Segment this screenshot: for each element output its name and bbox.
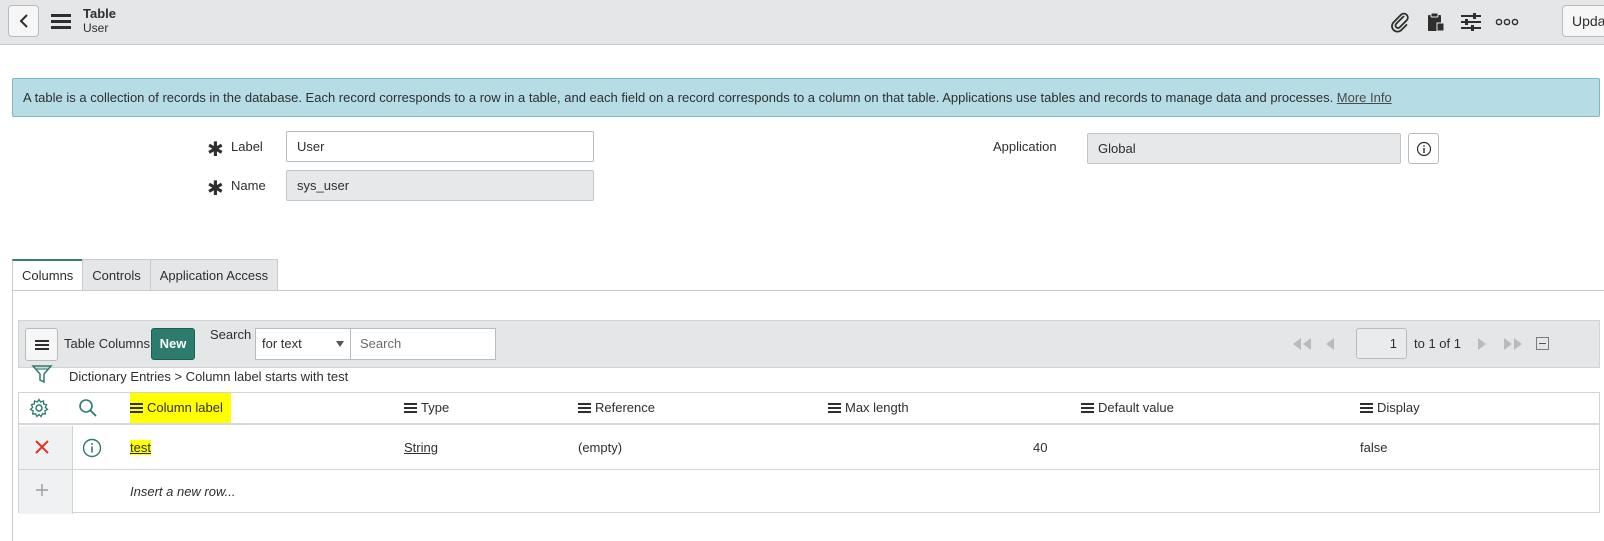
collapse-list-icon[interactable] bbox=[1536, 337, 1549, 350]
column-header-reference[interactable]: Reference bbox=[578, 393, 655, 423]
table-row: test String (empty) 40 false bbox=[19, 426, 1599, 470]
clipboard-icon[interactable] bbox=[1424, 10, 1448, 34]
info-icon[interactable] bbox=[82, 438, 102, 461]
column-menu-icon bbox=[130, 403, 143, 413]
column-header-max-length[interactable]: Max length bbox=[828, 393, 909, 423]
info-banner-text: A table is a collection of records in th… bbox=[23, 90, 1337, 105]
previous-page-icon[interactable] bbox=[1324, 334, 1336, 354]
attachment-icon[interactable] bbox=[1388, 10, 1412, 34]
form-title: Table User bbox=[83, 6, 116, 36]
form-title-sub: User bbox=[83, 21, 109, 35]
name-input: sys_user bbox=[286, 170, 594, 201]
application-field-label: Application bbox=[993, 139, 1057, 154]
search-input[interactable]: Search bbox=[350, 328, 496, 360]
next-page-icon[interactable] bbox=[1476, 334, 1488, 354]
required-indicator-icon: ✱ bbox=[207, 139, 224, 161]
list-toolbar: Table Columns New Search for text Search… bbox=[18, 320, 1600, 368]
tab-columns[interactable]: Columns bbox=[12, 259, 84, 291]
more-options-icon[interactable] bbox=[1495, 10, 1519, 34]
column-header-text: Column label bbox=[147, 400, 223, 415]
column-header-text: Default value bbox=[1098, 400, 1174, 415]
list-menu-button[interactable] bbox=[25, 328, 58, 361]
chevron-left-icon bbox=[19, 14, 28, 28]
more-info-link[interactable]: More Info bbox=[1337, 90, 1392, 105]
dropdown-arrow-icon bbox=[336, 341, 344, 347]
update-button[interactable]: Update bbox=[1562, 5, 1604, 37]
insert-row-text[interactable]: Insert a new row... bbox=[130, 470, 236, 513]
last-page-icon[interactable] bbox=[1501, 334, 1525, 354]
related-lists-tabs: Columns Controls Application Access bbox=[12, 259, 279, 291]
info-banner: A table is a collection of records in th… bbox=[12, 78, 1600, 117]
form-title-main: Table bbox=[83, 6, 116, 21]
application-input: Global bbox=[1087, 133, 1401, 164]
new-button[interactable]: New bbox=[151, 328, 195, 360]
list-title: Table Columns bbox=[64, 336, 150, 351]
label-field-label: Label bbox=[231, 139, 263, 154]
column-header-text: Max length bbox=[845, 400, 909, 415]
back-button[interactable] bbox=[8, 5, 39, 37]
table-header: Column label Type Reference Max length D… bbox=[19, 393, 1599, 425]
page-number-input[interactable]: 1 bbox=[1356, 328, 1407, 359]
cell-max-length: 40 bbox=[1033, 440, 1048, 455]
hamburger-menu-icon bbox=[34, 339, 49, 350]
row-action-cell bbox=[19, 426, 73, 469]
cell-column-label-text: test bbox=[130, 440, 151, 455]
hamburger-menu-icon[interactable] bbox=[50, 11, 72, 31]
first-page-icon[interactable] bbox=[1290, 334, 1314, 354]
column-header-display[interactable]: Display bbox=[1360, 393, 1420, 423]
label-input[interactable]: User bbox=[286, 131, 594, 162]
column-header-text: Reference bbox=[595, 400, 655, 415]
tab-controls[interactable]: Controls bbox=[82, 259, 151, 291]
insert-row[interactable]: Insert a new row... bbox=[19, 470, 1599, 514]
columns-list-table: Column label Type Reference Max length D… bbox=[18, 392, 1600, 514]
column-header-default-value[interactable]: Default value bbox=[1081, 393, 1174, 423]
filter-breadcrumb[interactable]: Dictionary Entries > Column label starts… bbox=[69, 369, 348, 384]
column-menu-icon bbox=[578, 403, 591, 413]
cell-display: false bbox=[1360, 440, 1388, 455]
column-header-text: Display bbox=[1377, 400, 1420, 415]
column-header-text: Type bbox=[421, 400, 450, 415]
column-menu-icon bbox=[1081, 403, 1094, 413]
search-mode-select[interactable]: for text bbox=[255, 328, 351, 360]
required-indicator-icon: ✱ bbox=[207, 178, 224, 200]
cell-reference: (empty) bbox=[578, 440, 623, 455]
row-action-cell bbox=[19, 470, 73, 514]
cell-type[interactable]: String bbox=[404, 426, 438, 469]
column-menu-icon bbox=[828, 403, 841, 413]
plus-icon[interactable] bbox=[35, 483, 49, 500]
column-menu-icon bbox=[1360, 403, 1373, 413]
name-field-label: Name bbox=[231, 178, 266, 193]
search-label: Search bbox=[210, 327, 252, 342]
tab-application-access[interactable]: Application Access bbox=[149, 259, 279, 291]
page-range-text: to 1 of 1 bbox=[1414, 336, 1461, 351]
application-info-button[interactable] bbox=[1408, 133, 1439, 164]
gear-icon[interactable] bbox=[29, 398, 49, 421]
search-mode-value: for text bbox=[262, 336, 302, 351]
column-menu-icon bbox=[404, 403, 417, 413]
form-header: Table User Update bbox=[0, 0, 1604, 45]
settings-sliders-icon[interactable] bbox=[1459, 10, 1483, 34]
delete-row-icon[interactable] bbox=[34, 439, 50, 458]
search-icon[interactable] bbox=[78, 398, 98, 421]
column-header-column-label[interactable]: Column label bbox=[130, 393, 231, 423]
column-header-type[interactable]: Type bbox=[404, 393, 449, 423]
cell-column-label[interactable]: test bbox=[130, 426, 151, 469]
filter-icon[interactable] bbox=[31, 363, 53, 385]
info-icon bbox=[1416, 141, 1431, 156]
